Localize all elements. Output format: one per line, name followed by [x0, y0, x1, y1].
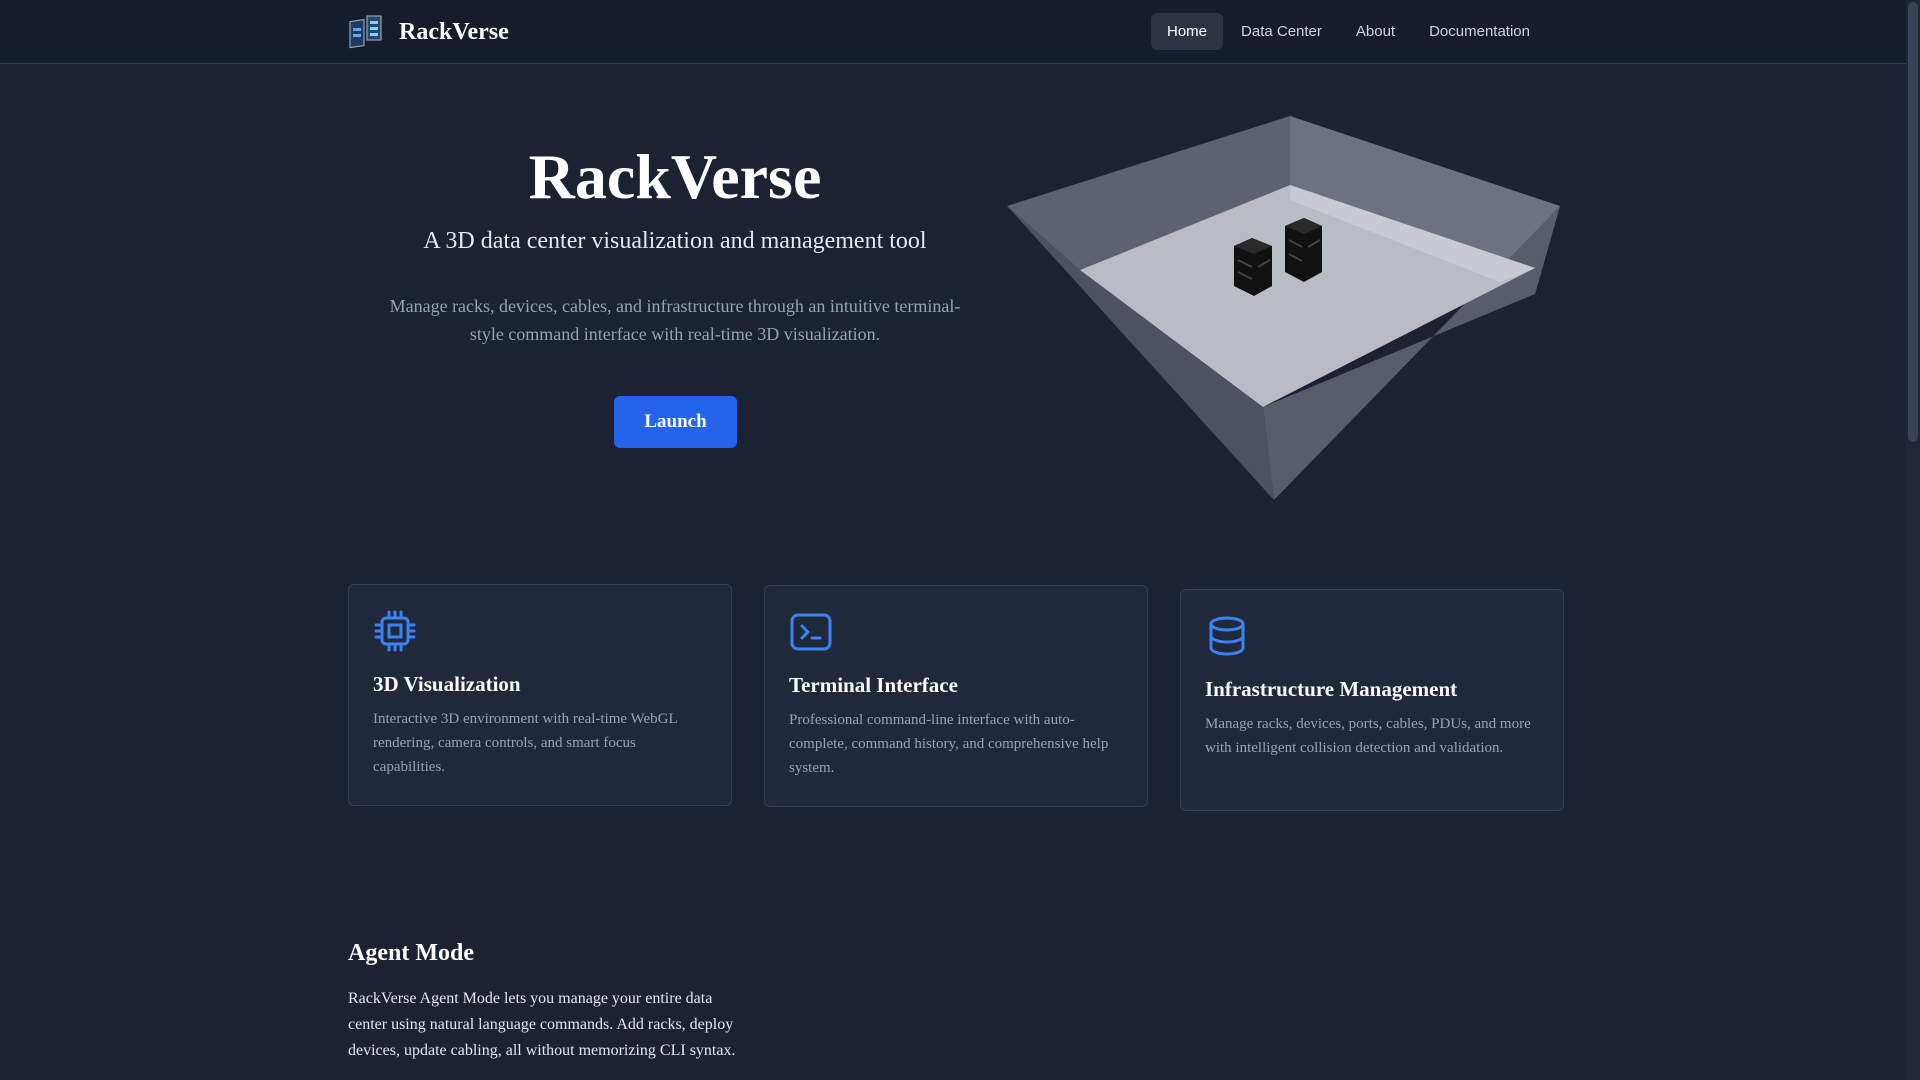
data-center-3d-preview[interactable]: [1000, 110, 1570, 510]
feature-title: Terminal Interface: [789, 673, 958, 697]
launch-button[interactable]: Launch: [614, 396, 737, 448]
feature-card-terminal-interface: Terminal Interface Professional command-…: [764, 585, 1148, 807]
server-racks-icon: [349, 15, 382, 49]
hero-title: RackVerse: [528, 141, 822, 212]
brand-name: RackVerse: [399, 18, 509, 45]
top-navigation-bar: RackVerse Home Data Center About Documen…: [0, 0, 1906, 64]
terminal-icon: [790, 613, 832, 651]
nav-about[interactable]: About: [1340, 13, 1411, 50]
feature-card-infrastructure-management: Infrastructure Management Manage racks, …: [1180, 589, 1564, 811]
nav-documentation[interactable]: Documentation: [1413, 13, 1546, 50]
page-scrollbar[interactable]: [1906, 0, 1920, 1080]
feature-description: Professional command-line interface with…: [789, 712, 1109, 776]
brand-home-link[interactable]: RackVerse: [347, 12, 509, 52]
rack-2: [1285, 218, 1322, 282]
agent-mode-description: RackVerse Agent Mode lets you manage you…: [348, 990, 736, 1059]
hero-subtitle: A 3D data center visualization and manag…: [423, 228, 927, 254]
cpu-chip-icon: [374, 610, 416, 652]
nav-data-center[interactable]: Data Center: [1225, 13, 1338, 50]
scrollbar-thumb[interactable]: [1908, 2, 1918, 442]
agent-mode-title: Agent Mode: [348, 940, 474, 966]
feature-card-3d-visualization: 3D Visualization Interactive 3D environm…: [348, 584, 732, 806]
feature-description: Manage racks, devices, ports, cables, PD…: [1205, 716, 1531, 756]
feature-title: 3D Visualization: [373, 672, 521, 696]
database-icon: [1209, 616, 1245, 656]
rack-1: [1234, 238, 1272, 296]
feature-description: Interactive 3D environment with real-tim…: [373, 711, 678, 775]
feature-title: Infrastructure Management: [1205, 677, 1458, 701]
main-nav: Home Data Center About Documentation: [1151, 13, 1546, 50]
nav-home[interactable]: Home: [1151, 13, 1224, 50]
hero-description: Manage racks, devices, cables, and infra…: [389, 296, 961, 344]
